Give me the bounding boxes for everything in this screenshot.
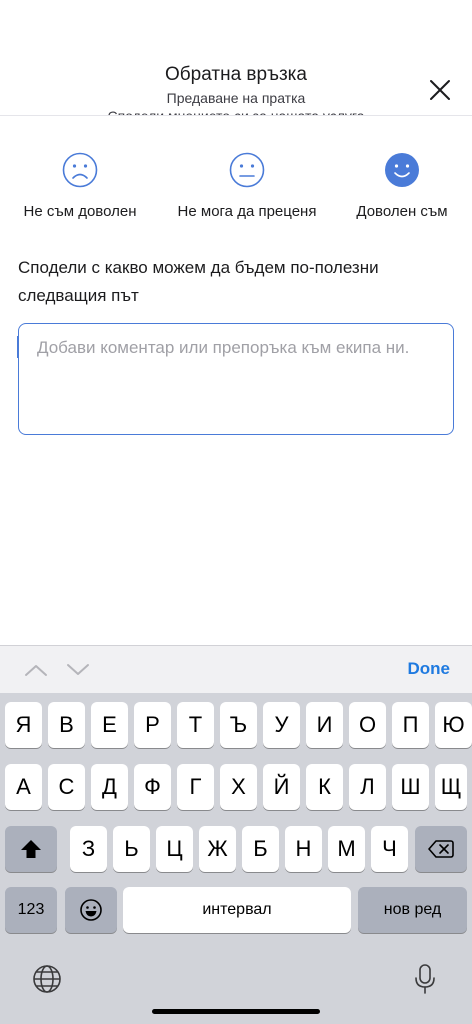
key[interactable]: О — [349, 702, 386, 748]
key[interactable]: Й — [263, 764, 300, 810]
key[interactable]: И — [306, 702, 343, 748]
key[interactable]: Ъ — [220, 702, 257, 748]
rating-option-satisfied[interactable]: Доволен съм — [322, 148, 472, 220]
page-description-clipped: Сподели мнението си за нашата услуга — [107, 108, 365, 116]
key[interactable]: Ь — [113, 826, 150, 872]
key[interactable]: Ч — [371, 826, 408, 872]
rating-option-label: Не съм доволен — [23, 203, 137, 220]
close-button[interactable] — [422, 72, 458, 108]
page-title: Обратна връзка — [165, 64, 307, 85]
key[interactable]: С — [48, 764, 85, 810]
key[interactable]: У — [263, 702, 300, 748]
sad-face-icon — [62, 152, 98, 188]
key[interactable]: А — [5, 764, 42, 810]
close-icon — [430, 80, 450, 100]
delete-key[interactable] — [415, 826, 467, 872]
emoji-icon — [80, 899, 102, 921]
numbers-key[interactable]: 123 — [5, 887, 57, 933]
key[interactable]: Х — [220, 764, 257, 810]
done-button[interactable]: Done — [408, 659, 451, 679]
next-field-button[interactable] — [64, 658, 92, 682]
key[interactable]: Н — [285, 826, 322, 872]
dictation-button[interactable] — [407, 961, 443, 997]
feedback-prompt: Сподели с какво можем да бъдем по-полезн… — [18, 258, 379, 305]
shift-icon — [21, 840, 41, 858]
rating-option-neutral[interactable]: Не мога да преценя — [167, 148, 327, 220]
key[interactable]: М — [328, 826, 365, 872]
keyboard: Я В Е Р Т Ъ У И О П Ю А С Д Ф Г Х Й К Л … — [0, 693, 472, 1024]
key[interactable]: Щ — [435, 764, 467, 810]
text-cursor — [17, 336, 19, 358]
key[interactable]: П — [392, 702, 429, 748]
globe-button[interactable] — [29, 961, 65, 997]
rating-option-label: Доволен съм — [356, 203, 448, 220]
neutral-face-icon — [229, 152, 265, 188]
globe-icon — [33, 965, 61, 993]
shift-key[interactable] — [5, 826, 57, 872]
key[interactable]: Ф — [134, 764, 171, 810]
key[interactable]: Ж — [199, 826, 236, 872]
key[interactable]: К — [306, 764, 343, 810]
home-indicator — [152, 1009, 320, 1014]
happy-face-icon — [385, 153, 419, 187]
rating-option-dissatisfied[interactable]: Не съм доволен — [0, 148, 160, 220]
key[interactable]: Е — [91, 702, 128, 748]
key[interactable]: Т — [177, 702, 214, 748]
emoji-key[interactable] — [65, 887, 117, 933]
key[interactable]: Г — [177, 764, 214, 810]
chevron-down-icon — [67, 664, 89, 675]
microphone-icon — [415, 964, 435, 994]
key[interactable]: Д — [91, 764, 128, 810]
comment-input[interactable] — [19, 324, 453, 434]
rating-option-label: Не мога да преценя — [177, 203, 317, 220]
return-key[interactable]: нов ред — [358, 887, 467, 933]
keyboard-accessory-bar: Done — [0, 645, 472, 693]
key[interactable]: Ю — [435, 702, 472, 748]
key[interactable]: Ш — [392, 764, 429, 810]
key[interactable]: Я — [5, 702, 42, 748]
previous-field-button[interactable] — [22, 658, 50, 682]
chevron-up-icon — [25, 665, 47, 676]
comment-box[interactable] — [18, 323, 454, 435]
key[interactable]: Б — [242, 826, 279, 872]
key[interactable]: В — [48, 702, 85, 748]
key[interactable]: Ц — [156, 826, 193, 872]
page-subtitle: Предаване на пратка — [166, 90, 306, 106]
rating-group: Не съм доволен Не мога да преценя Доволе… — [0, 148, 472, 228]
key[interactable]: Р — [134, 702, 171, 748]
key[interactable]: З — [70, 826, 107, 872]
space-key[interactable]: интервал — [123, 887, 351, 933]
backspace-icon — [428, 840, 454, 858]
key[interactable]: Л — [349, 764, 386, 810]
header: Обратна връзка Предаване на пратка Споде… — [0, 0, 472, 116]
